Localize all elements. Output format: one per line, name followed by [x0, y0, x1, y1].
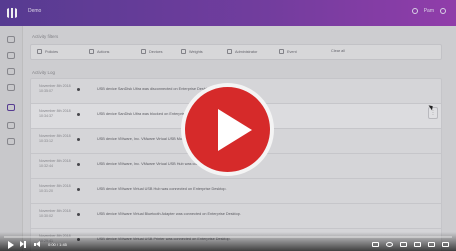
- miniplayer-icon[interactable]: [400, 242, 407, 247]
- time-readout: 0:00 / 1:45: [48, 242, 67, 247]
- theater-icon[interactable]: [414, 242, 421, 247]
- volume-icon[interactable]: [34, 241, 41, 248]
- fullscreen-icon[interactable]: [442, 242, 449, 247]
- play-icon: [218, 109, 252, 151]
- captions-icon[interactable]: [372, 242, 379, 247]
- progress-bar[interactable]: [4, 236, 452, 238]
- next-icon[interactable]: [20, 241, 26, 248]
- settings-gear-icon[interactable]: [386, 242, 393, 247]
- player-play-icon[interactable]: [8, 241, 14, 249]
- play-video-button[interactable]: [181, 83, 274, 176]
- cast-icon[interactable]: [428, 242, 435, 247]
